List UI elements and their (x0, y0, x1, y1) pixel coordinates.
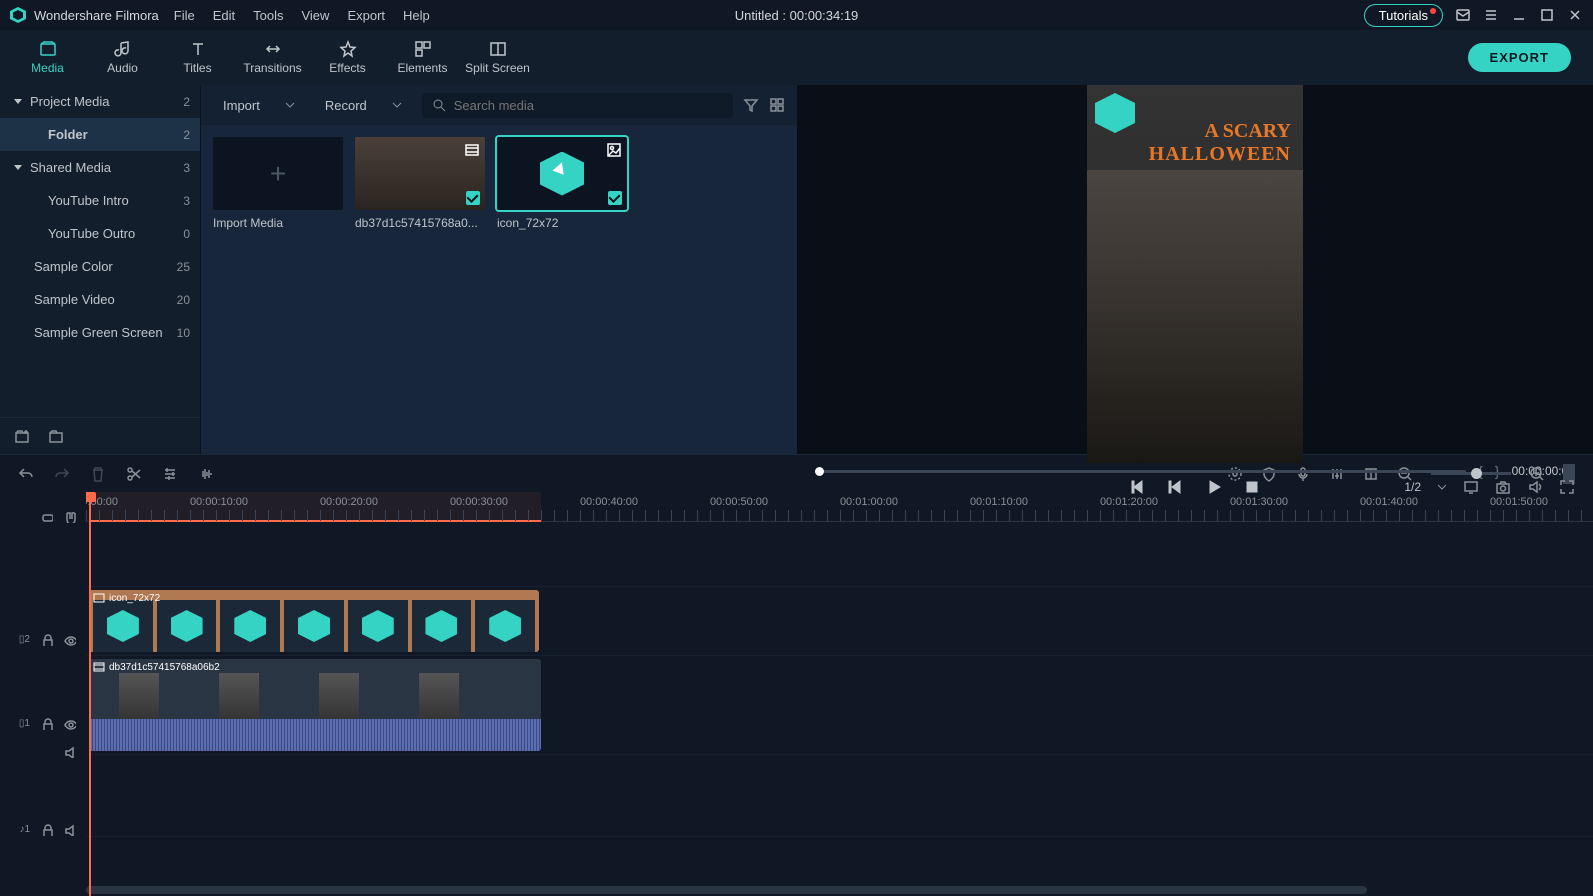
document-title: Untitled : 00:00:34:19 (735, 8, 859, 23)
tab-elements[interactable]: Elements (385, 30, 460, 85)
track-2-lock-icon[interactable] (40, 633, 53, 646)
playhead[interactable] (89, 492, 91, 896)
timeline-link-icon[interactable] (40, 510, 53, 523)
timeline: ▯2 ▯1 ♪1 00:00:00:0000:00:10:0000:00:20:… (0, 492, 1593, 896)
adjust-icon[interactable] (162, 466, 178, 482)
search-icon (432, 98, 446, 112)
menu-help[interactable]: Help (403, 8, 430, 23)
grid-view-icon[interactable] (769, 97, 785, 113)
redo-icon[interactable] (54, 466, 70, 482)
track-1-mute-icon[interactable] (63, 745, 76, 758)
media-item-db37d1c57415768a0-[interactable]: db37d1c57415768a0... (355, 137, 485, 230)
undo-icon[interactable] (18, 466, 34, 482)
filter-icon[interactable] (743, 97, 759, 113)
tree-item-sample-color[interactable]: Sample Color25 (0, 250, 200, 283)
track-1-lock-icon[interactable] (40, 717, 53, 730)
track-2-label: ▯2 (19, 634, 30, 645)
overlay-text-1: A SCARY (1204, 120, 1291, 143)
scale-dropdown-icon[interactable] (1437, 484, 1447, 490)
titlebar: Wondershare Filmora File Edit Tools View… (0, 0, 1593, 30)
messages-icon[interactable] (1455, 7, 1471, 23)
close-icon[interactable] (1567, 7, 1583, 23)
search-media-input[interactable] (422, 93, 733, 118)
menu-tools[interactable]: Tools (253, 8, 283, 23)
preview-viewport[interactable]: A SCARY HALLOWEEN (1087, 85, 1303, 463)
audio-edit-icon[interactable] (198, 466, 214, 482)
new-folder-icon[interactable] (48, 428, 64, 444)
tree-item-folder[interactable]: Folder2 (0, 118, 200, 151)
tab-titles[interactable]: Titles (160, 30, 235, 85)
tree-item-shared-media[interactable]: Shared Media3 (0, 151, 200, 184)
tab-audio[interactable]: Audio (85, 30, 160, 85)
main-menu: File Edit Tools View Export Help (174, 8, 430, 23)
zoom-slider[interactable] (1431, 472, 1511, 475)
split-icon[interactable] (126, 466, 142, 482)
export-button[interactable]: EXPORT (1468, 43, 1571, 72)
track-1-visible-icon[interactable] (63, 717, 76, 730)
timeline-ruler[interactable]: 00:00:00:0000:00:10:0000:00:20:0000:00:3… (86, 492, 1593, 522)
menu-list-icon[interactable] (1483, 7, 1499, 23)
media-item-import-media[interactable]: +Import Media (213, 137, 343, 230)
tree-item-youtube-intro[interactable]: YouTube Intro3 (0, 184, 200, 217)
menu-export[interactable]: Export (347, 8, 385, 23)
tab-media[interactable]: Media (10, 30, 85, 85)
import-dropdown[interactable]: Import (213, 93, 305, 118)
tree-item-sample-video[interactable]: Sample Video20 (0, 283, 200, 316)
tree-item-youtube-outro[interactable]: YouTube Outro0 (0, 217, 200, 250)
track-1-label: ▯1 (19, 718, 30, 729)
media-sidebar: Project Media2Folder2Shared Media3YouTub… (0, 85, 200, 454)
overlay-logo-icon (1095, 93, 1135, 133)
app-name: Wondershare Filmora (34, 8, 159, 23)
preview-panel: A SCARY HALLOWEEN { } 00:00:00:00 1/2 (797, 85, 1593, 454)
maximize-icon[interactable] (1539, 7, 1555, 23)
audio-1-mute-icon[interactable] (63, 823, 76, 836)
media-item-icon-72x72[interactable]: icon_72x72 (497, 137, 627, 230)
new-folder-plus-icon[interactable] (14, 428, 30, 444)
preview-scrubber[interactable] (815, 470, 1466, 473)
app-logo-icon (10, 7, 26, 23)
menu-file[interactable]: File (174, 8, 195, 23)
primary-tabs: Media Audio Titles Transitions Effects E… (0, 30, 1593, 85)
record-dropdown[interactable]: Record (315, 93, 412, 118)
delete-icon[interactable] (90, 466, 106, 482)
tutorials-button[interactable]: Tutorials (1364, 4, 1443, 27)
tree-item-project-media[interactable]: Project Media2 (0, 85, 200, 118)
menu-edit[interactable]: Edit (213, 8, 235, 23)
minimize-icon[interactable] (1511, 7, 1527, 23)
tab-split-screen[interactable]: Split Screen (460, 30, 535, 85)
audio-1-label: ♪1 (19, 824, 30, 835)
track-2-visible-icon[interactable] (63, 633, 76, 646)
media-panel: Import Record +Import Mediadb37d1c574157… (200, 85, 797, 454)
clip-video-main[interactable]: db37d1c57415768a06b2 (89, 659, 541, 751)
audio-1-lock-icon[interactable] (40, 823, 53, 836)
clip-icon-72x72[interactable]: icon_72x72 (89, 590, 539, 652)
timeline-magnet-icon[interactable] (63, 510, 76, 523)
timeline-scrollbar[interactable] (86, 886, 1593, 896)
tab-transitions[interactable]: Transitions (235, 30, 310, 85)
tree-item-sample-green-screen[interactable]: Sample Green Screen10 (0, 316, 200, 349)
menu-view[interactable]: View (301, 8, 329, 23)
overlay-text-2: HALLOWEEN (1149, 143, 1291, 166)
tab-effects[interactable]: Effects (310, 30, 385, 85)
